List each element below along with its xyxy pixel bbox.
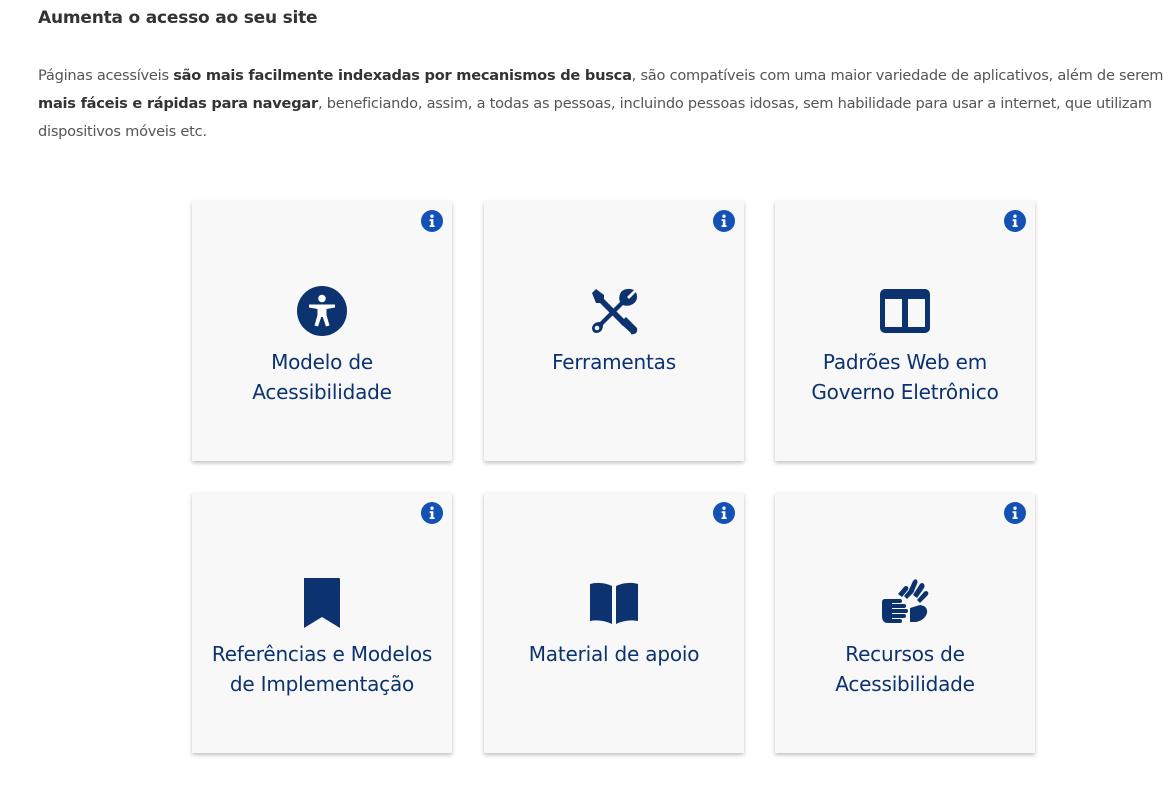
universal-access-icon <box>297 286 347 336</box>
card-material-apoio[interactable]: Material de apoio <box>484 493 744 753</box>
tools-icon <box>592 288 638 335</box>
sign-language-icon <box>882 579 929 623</box>
page: Aumenta o acesso ao seu site Páginas ace… <box>0 0 1170 802</box>
info-icon[interactable] <box>1004 210 1026 232</box>
intro-paragraph: Páginas acessíveis são mais facilmente i… <box>38 62 1166 146</box>
info-icon[interactable] <box>421 210 443 232</box>
info-icon[interactable] <box>713 210 735 232</box>
card-label: Material de apoio <box>528 642 700 666</box>
columns-icon <box>880 289 930 333</box>
info-icon[interactable] <box>713 502 735 524</box>
card-recursos-acessibilidade[interactable]: Recursos de Acessibilidade <box>775 493 1035 753</box>
card-padroes-web[interactable]: Padrões Web em Governo Eletrônico <box>775 201 1035 461</box>
card-label: Referências e Modelos de Implementação <box>211 642 433 696</box>
card-ferramentas[interactable]: Ferramentas <box>484 201 744 461</box>
intro-bold-1: são mais facilmente indexadas por mecani… <box>173 67 632 84</box>
info-icon[interactable] <box>421 502 443 524</box>
intro-text-2: , são compatíveis com uma maior variedad… <box>631 67 1164 84</box>
intro-text-1: Páginas acessíveis <box>38 67 174 84</box>
intro-bold-2: mais fáceis e rápidas para navegar <box>38 95 318 112</box>
card-label: Ferramentas <box>552 350 676 374</box>
card-modelo-acessibilidade[interactable]: Modelo de Acessibilidade <box>192 201 452 461</box>
card-referencias-modelos[interactable]: Referências e Modelos de Implementação <box>192 493 452 753</box>
book-open-icon <box>590 582 638 624</box>
card-label: Recursos de Acessibilidade <box>835 642 975 696</box>
card-label: Padrões Web em Governo Eletrônico <box>811 350 999 404</box>
section-heading: Aumenta o acesso ao seu site <box>38 8 318 28</box>
bookmark-icon <box>304 578 340 628</box>
info-icon[interactable] <box>1004 502 1026 524</box>
card-label: Modelo de Acessibilidade <box>252 350 392 404</box>
